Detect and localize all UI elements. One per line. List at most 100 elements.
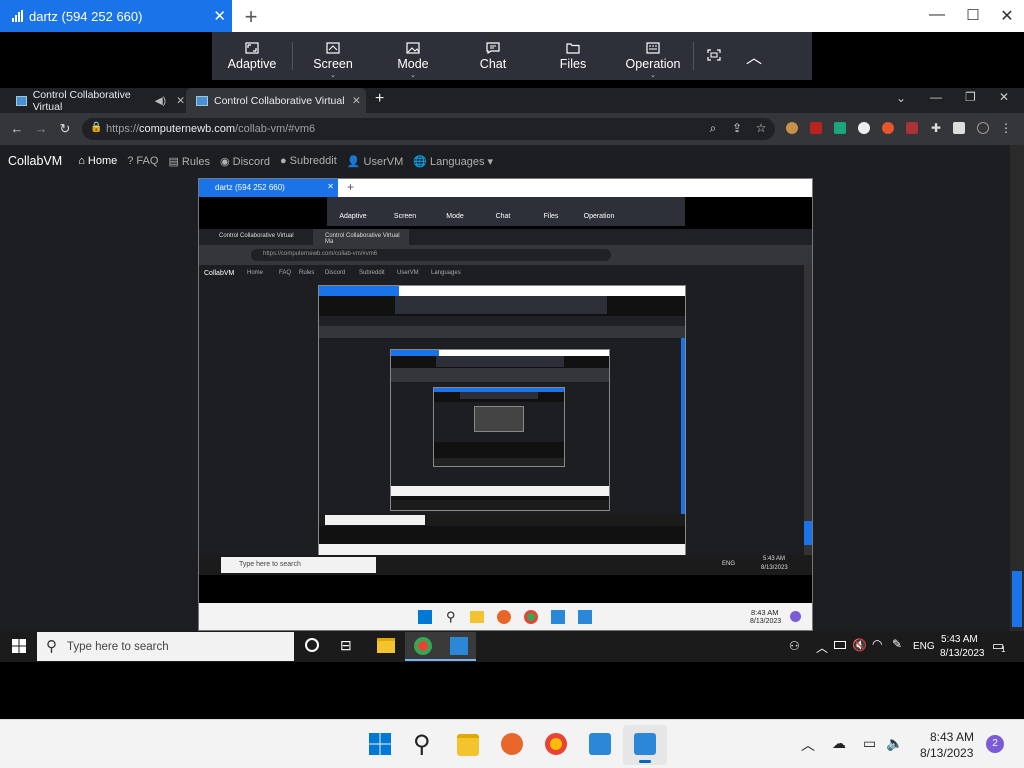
s-extension-icon[interactable]: [834, 122, 846, 134]
remote-session-title: dartz (594 252 660): [29, 8, 143, 24]
screen-label: Screen: [313, 56, 353, 71]
nested-vm-screen-4: [433, 387, 565, 467]
pen-icon[interactable]: ✎: [892, 637, 902, 651]
chrome-icon[interactable]: [545, 733, 567, 755]
inner-url: https://computernewb.com/collab-vm/#vm6: [251, 249, 611, 261]
zoom-icon[interactable]: ⌕: [705, 121, 721, 136]
chrome-restore-button[interactable]: ❐: [965, 90, 976, 104]
nav-faq[interactable]: ? FAQ: [127, 155, 158, 167]
window-close-button[interactable]: ✕: [992, 6, 1022, 26]
menu-icon[interactable]: ⋮: [998, 121, 1014, 135]
back-icon[interactable]: ←: [9, 121, 25, 136]
notification-center-icon[interactable]: ▭ 1: [992, 638, 1005, 654]
tab-title: Control Collaborative Virtual Mac: [214, 94, 348, 107]
tab-search-icon[interactable]: ⌄: [896, 91, 906, 105]
display-icon[interactable]: ▭: [863, 735, 876, 752]
fullscreen-icon: [707, 48, 721, 61]
minimize-button[interactable]: —: [922, 6, 952, 24]
forward-icon[interactable]: →: [33, 121, 49, 136]
share-icon[interactable]: ⇪: [729, 121, 745, 135]
bookmark-star-icon[interactable]: ☆: [753, 121, 769, 135]
fox-extension-icon[interactable]: [882, 122, 894, 134]
operation-button[interactable]: Operation ⌄: [613, 32, 693, 80]
new-session-button[interactable]: +: [240, 4, 262, 30]
file-explorer-icon[interactable]: [457, 734, 479, 756]
maximize-button[interactable]: ☐: [958, 6, 988, 24]
cortana-icon[interactable]: [305, 638, 319, 652]
cookie-extension-icon[interactable]: [786, 122, 798, 134]
speaker-icon[interactable]: ◀): [155, 95, 167, 107]
task-view-icon[interactable]: ⊟: [340, 637, 352, 654]
remote-session-tab[interactable]: dartz (594 252 660) ✕: [0, 0, 232, 32]
notes-extension-icon[interactable]: [906, 122, 918, 134]
taskbar-chrome-button[interactable]: [405, 632, 442, 661]
anydesk-icon: [578, 610, 592, 624]
taskbar-search-box[interactable]: ⚲ Type here to search: [37, 632, 294, 661]
wifi-icon[interactable]: ◠: [872, 637, 882, 651]
people-icon[interactable]: ⚇: [789, 639, 800, 653]
nav-rules[interactable]: ▤ Rules: [168, 155, 210, 168]
chevron-up-icon[interactable]: ︿: [801, 735, 815, 755]
notification-badge[interactable]: 2: [986, 735, 1004, 753]
clock-time[interactable]: 5:43 AM: [941, 634, 978, 645]
chevron-up-icon[interactable]: ︿: [816, 639, 828, 656]
battery-icon[interactable]: [834, 641, 846, 649]
fullscreen-button[interactable]: [694, 32, 734, 80]
tab-collabvm-2[interactable]: Control Collaborative Virtual Mac ✕: [186, 88, 366, 113]
nav-label: Rules: [181, 155, 211, 168]
firefox-icon[interactable]: [501, 733, 523, 755]
site-brand[interactable]: CollabVM: [8, 154, 62, 168]
chat-button[interactable]: Chat: [453, 32, 533, 80]
close-tab-icon[interactable]: ✕: [176, 95, 185, 107]
anydesk-icon: [634, 733, 656, 755]
collapse-toolbar-button[interactable]: ︿: [734, 32, 774, 80]
sidebar-icon[interactable]: [953, 122, 965, 134]
address-bar[interactable]: 🔒 https://computernewb.com/collab-vm/#vm…: [82, 118, 775, 140]
clock-time[interactable]: 8:43 AM: [930, 730, 974, 744]
file-explorer-icon[interactable]: [377, 638, 395, 653]
mode-button[interactable]: Mode ⌄: [373, 32, 453, 80]
page-scrollbar[interactable]: [1010, 145, 1024, 632]
taskbar-anydesk-active[interactable]: [623, 725, 667, 765]
anydesk-icon: [450, 637, 468, 655]
vm-screen[interactable]: dartz (594 252 660) ✕ + Adaptive Screen M…: [198, 178, 813, 631]
windows-start-icon[interactable]: [12, 639, 26, 653]
anydesk-icon[interactable]: [589, 733, 611, 755]
nav-label: UserVM: [363, 155, 404, 168]
language-indicator[interactable]: ENG: [913, 641, 935, 652]
operation-icon: [646, 41, 660, 54]
tab-title: Control Collaborative Virtual: [32, 88, 131, 113]
network-off-icon[interactable]: ☁: [832, 735, 846, 752]
nav-label: Discord: [232, 155, 270, 168]
close-tab-icon[interactable]: ✕: [352, 95, 361, 107]
nav-uservm[interactable]: 👤 UserVM: [347, 155, 404, 168]
windows-start-icon[interactable]: [369, 733, 391, 760]
puzzle-icon[interactable]: ✚: [928, 121, 944, 135]
volume-muted-icon[interactable]: 🔇: [852, 638, 867, 652]
screen-button[interactable]: Screen ⌄: [293, 32, 373, 80]
tab-collabvm-1[interactable]: Control Collaborative Virtual ◀) ✕: [0, 88, 185, 113]
chrome-close-button[interactable]: ✕: [999, 90, 1009, 104]
nav-home[interactable]: ⌂ Home: [78, 155, 117, 167]
clock-date[interactable]: 8/13/2023: [920, 746, 973, 760]
remote-toolbar: Adaptive Screen ⌄ Mode ⌄ Chat Files Oper…: [212, 32, 812, 80]
clock-date[interactable]: 8/13/2023: [940, 648, 985, 659]
nav-discord[interactable]: ◉ Discord: [220, 155, 270, 168]
search-icon[interactable]: ⚲: [413, 730, 431, 759]
volume-icon[interactable]: 🔈: [886, 735, 903, 752]
circle-extension-icon[interactable]: [858, 122, 870, 134]
taskbar-anydesk-button[interactable]: [442, 632, 476, 661]
scroll-thumb[interactable]: [1012, 571, 1022, 627]
nav-languages[interactable]: 🌐 Languages ▾: [413, 155, 493, 168]
ublock-extension-icon[interactable]: [810, 122, 822, 134]
chrome-minimize-button[interactable]: —: [930, 90, 942, 104]
reload-icon[interactable]: ↻: [57, 121, 73, 137]
nav-subreddit[interactable]: ● Subreddit: [280, 155, 337, 167]
screen-icon: [326, 41, 340, 54]
close-icon[interactable]: ✕: [213, 7, 226, 25]
profile-avatar[interactable]: [977, 122, 989, 134]
files-button[interactable]: Files: [533, 32, 613, 80]
adaptive-button[interactable]: Adaptive: [212, 32, 292, 80]
new-tab-button[interactable]: +: [375, 90, 384, 108]
chevron-down-icon: ⌄: [410, 72, 416, 79]
